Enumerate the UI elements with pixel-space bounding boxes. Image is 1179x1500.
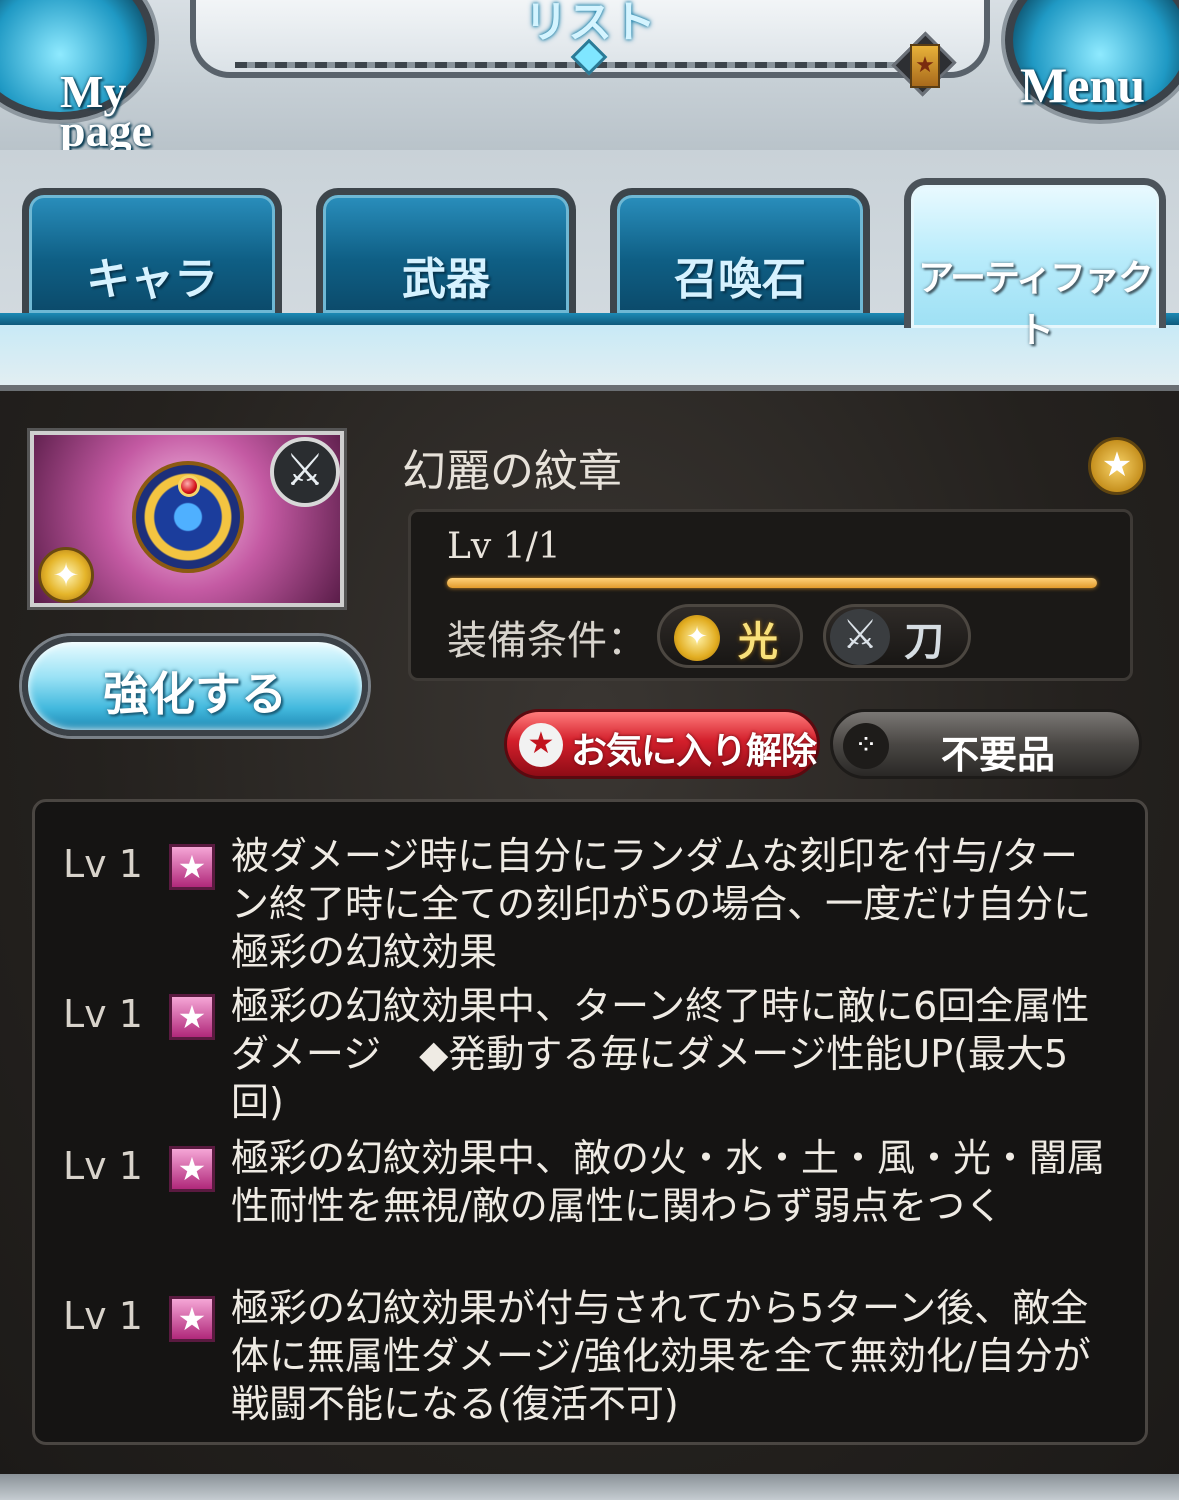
weapon-condition-pill: ⚔ 刀 — [823, 604, 971, 668]
skill-description: 極彩の幻紋効果中、敵の火・水・土・風・光・闇属性耐性を無視/敵の属性に関わらず弱… — [231, 1136, 1106, 1228]
skill-star-icon: ★ — [169, 994, 215, 1040]
upgrade-button[interactable]: 強化する — [22, 636, 368, 736]
skill-description: 極彩の幻紋効果中、ターン終了時に敵に6回全属性ダメージ ◆発動する毎にダメージ性… — [231, 984, 1090, 1124]
skill-level: Lv 1 — [63, 1144, 143, 1188]
level-progress-bar — [447, 578, 1097, 588]
artifact-detail-panel: ⚔ ✦ 強化する 幻麗の紋章 ★ Lv 1/1 装備条件： ✦ 光 ⚔ 刀 ★ … — [0, 385, 1179, 1500]
remove-favorite-button[interactable]: ★ お気に入り解除 — [504, 709, 820, 779]
menu-label[interactable]: Menu — [1020, 60, 1145, 109]
element-condition-pill: ✦ 光 — [657, 604, 803, 668]
tab-label: 召喚石 — [674, 254, 806, 305]
skill-star-icon: ★ — [169, 844, 215, 890]
favorite-ribbon-icon[interactable]: ★ — [910, 44, 940, 88]
skill-star-icon: ★ — [169, 1146, 215, 1192]
mypage-label[interactable]: My page — [60, 68, 152, 150]
upgrade-button-label: 強化する — [103, 667, 287, 721]
mark-unneeded-label: 不要品 — [940, 733, 1055, 777]
favorite-star-icon: ★ — [1088, 437, 1146, 495]
tab-character[interactable]: キャラ — [22, 188, 282, 313]
crossed-swords-icon: ⚔ — [270, 437, 340, 507]
level-text: Lv 1/1 — [447, 526, 561, 567]
level-info-box: Lv 1/1 装備条件： ✦ 光 ⚔ 刀 — [408, 509, 1133, 681]
artifact-name: 幻麗の紋章 — [402, 446, 622, 497]
skill-level: Lv 1 — [63, 992, 143, 1036]
star-icon: ★ — [519, 723, 563, 767]
element-condition-text: 光 — [738, 619, 778, 665]
tab-label: キャラ — [86, 254, 218, 305]
light-element-icon: ✦ — [38, 547, 94, 603]
ruby-gem-icon — [178, 475, 200, 497]
bottom-frame — [0, 1474, 1179, 1500]
katana-icon: ⚔ — [830, 609, 890, 665]
skill-description: 極彩の幻紋効果が付与されてから5ターン後、敵全体に無属性ダメージ/強化効果を全て… — [231, 1286, 1091, 1426]
tab-weapon[interactable]: 武器 — [316, 188, 576, 313]
skill-star-icon: ★ — [169, 1296, 215, 1342]
tab-artifact[interactable]: アーティファクト — [904, 178, 1166, 351]
skills-list: Lv 1 ★ 被ダメージ時に自分にランダムな刻印を付与/ターン終了時に全ての刻印… — [32, 799, 1148, 1445]
skill-description: 被ダメージ時に自分にランダムな刻印を付与/ターン終了時に全ての刻印が5の場合、一… — [231, 834, 1092, 974]
artifact-image: ⚔ ✦ — [27, 428, 347, 610]
tab-label: 武器 — [402, 254, 490, 305]
remove-favorite-label: お気に入り解除 — [571, 731, 817, 772]
mypage-label-line2: page — [60, 105, 152, 150]
mark-unneeded-button[interactable]: ⁘ 不要品 — [830, 709, 1142, 779]
tab-summon[interactable]: 召喚石 — [610, 188, 870, 313]
equip-condition-label: 装備条件： — [447, 618, 647, 664]
skill-level: Lv 1 — [63, 1294, 143, 1338]
header-bar: リスト ★ My page Menu — [0, 0, 1179, 150]
weapon-condition-text: 刀 — [904, 619, 944, 665]
skill-level: Lv 1 — [63, 842, 143, 886]
light-element-icon: ✦ — [674, 615, 720, 661]
tab-label: アーティファクト — [918, 258, 1154, 351]
